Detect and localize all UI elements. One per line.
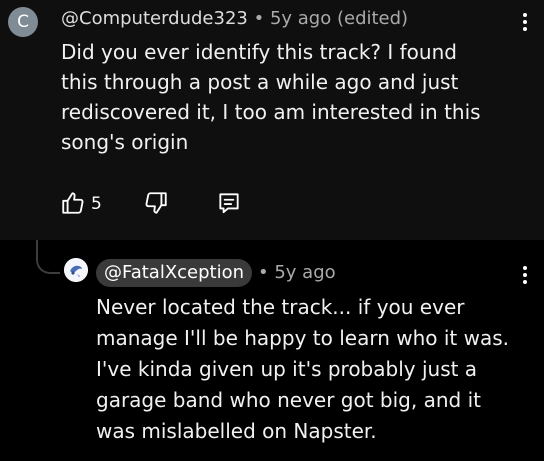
reply-line: Never located the track... if you ever <box>96 295 465 319</box>
avatar[interactable]: C <box>8 7 38 37</box>
parent-comment: C @Computerdude323 • 5y ago (edited) Did… <box>0 0 544 240</box>
reply-line: manage I'll be happy to learn who it was… <box>96 326 509 350</box>
comment-line: rediscovered it, I too am interested in … <box>61 100 481 124</box>
more-vert-icon[interactable] <box>520 266 530 290</box>
reply-button[interactable] <box>216 190 242 220</box>
reply-timestamp[interactable]: 5y ago <box>274 262 335 283</box>
reply-author: @FatalXception <box>104 262 245 283</box>
like-button[interactable]: 5 <box>60 190 102 220</box>
comment-author[interactable]: @Computerdude323 <box>61 8 248 29</box>
reply-text: Never located the track... if you ever m… <box>96 292 509 447</box>
comment-line: Did you ever identify this track? I foun… <box>61 40 457 64</box>
thread-connector <box>36 240 60 274</box>
comment-line: this through a post a while ago and just <box>61 70 459 94</box>
reply-line: I've kinda given up it's probably just a <box>96 357 478 381</box>
reply-line: garage band who never got big, and it <box>96 388 481 412</box>
more-vert-icon[interactable] <box>520 13 530 37</box>
comment-line: song's origin <box>61 130 189 154</box>
comment-timestamp[interactable]: 5y ago (edited) <box>270 8 408 29</box>
reply-line: was mislabelled on Napster. <box>96 419 377 443</box>
reply-author-chip[interactable]: @FatalXception <box>96 259 253 287</box>
meta-separator: • <box>253 8 265 29</box>
reply-meta: • 5y ago <box>258 262 336 283</box>
comment-text: Did you ever identify this track? I foun… <box>61 37 481 157</box>
reply-comment-icon <box>219 193 239 214</box>
dislike-button[interactable] <box>143 190 169 220</box>
thumbs-down-icon <box>145 192 167 214</box>
comment-meta: @Computerdude323 • 5y ago (edited) <box>61 8 408 29</box>
meta-separator: • <box>258 262 269 283</box>
avatar-image[interactable] <box>64 258 88 282</box>
like-count: 5 <box>91 194 102 214</box>
thumbs-up-icon <box>62 192 84 214</box>
